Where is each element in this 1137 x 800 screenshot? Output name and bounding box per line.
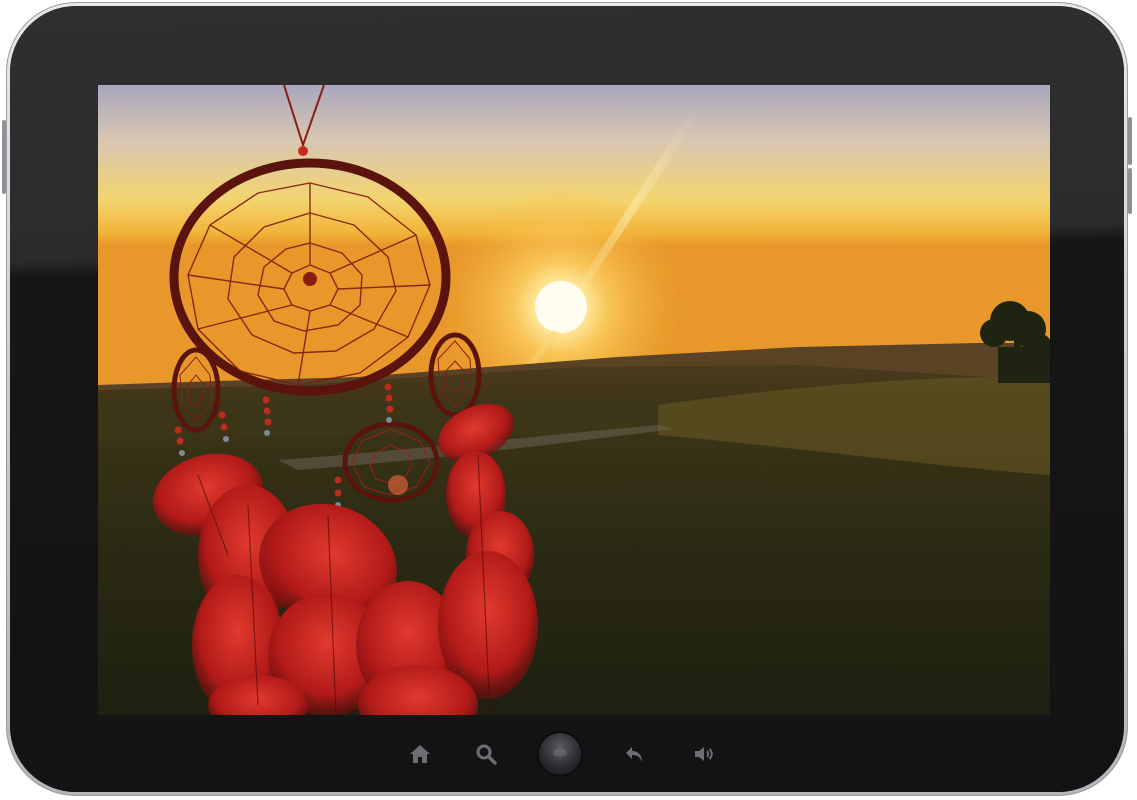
right-side-button-lower[interactable] xyxy=(1128,168,1132,214)
search-icon[interactable] xyxy=(474,742,498,766)
right-side-button-upper[interactable] xyxy=(1128,117,1132,165)
wallpaper-image xyxy=(98,85,1050,715)
bottom-navigation-bar xyxy=(6,714,1128,792)
home-icon[interactable] xyxy=(408,742,432,766)
screen-wallpaper[interactable] xyxy=(98,85,1050,715)
volume-icon[interactable] xyxy=(692,742,716,766)
back-icon[interactable] xyxy=(623,742,647,766)
tablet-frame xyxy=(2,2,1132,796)
left-side-button[interactable] xyxy=(2,120,6,194)
hardware-home-button[interactable] xyxy=(539,733,581,775)
